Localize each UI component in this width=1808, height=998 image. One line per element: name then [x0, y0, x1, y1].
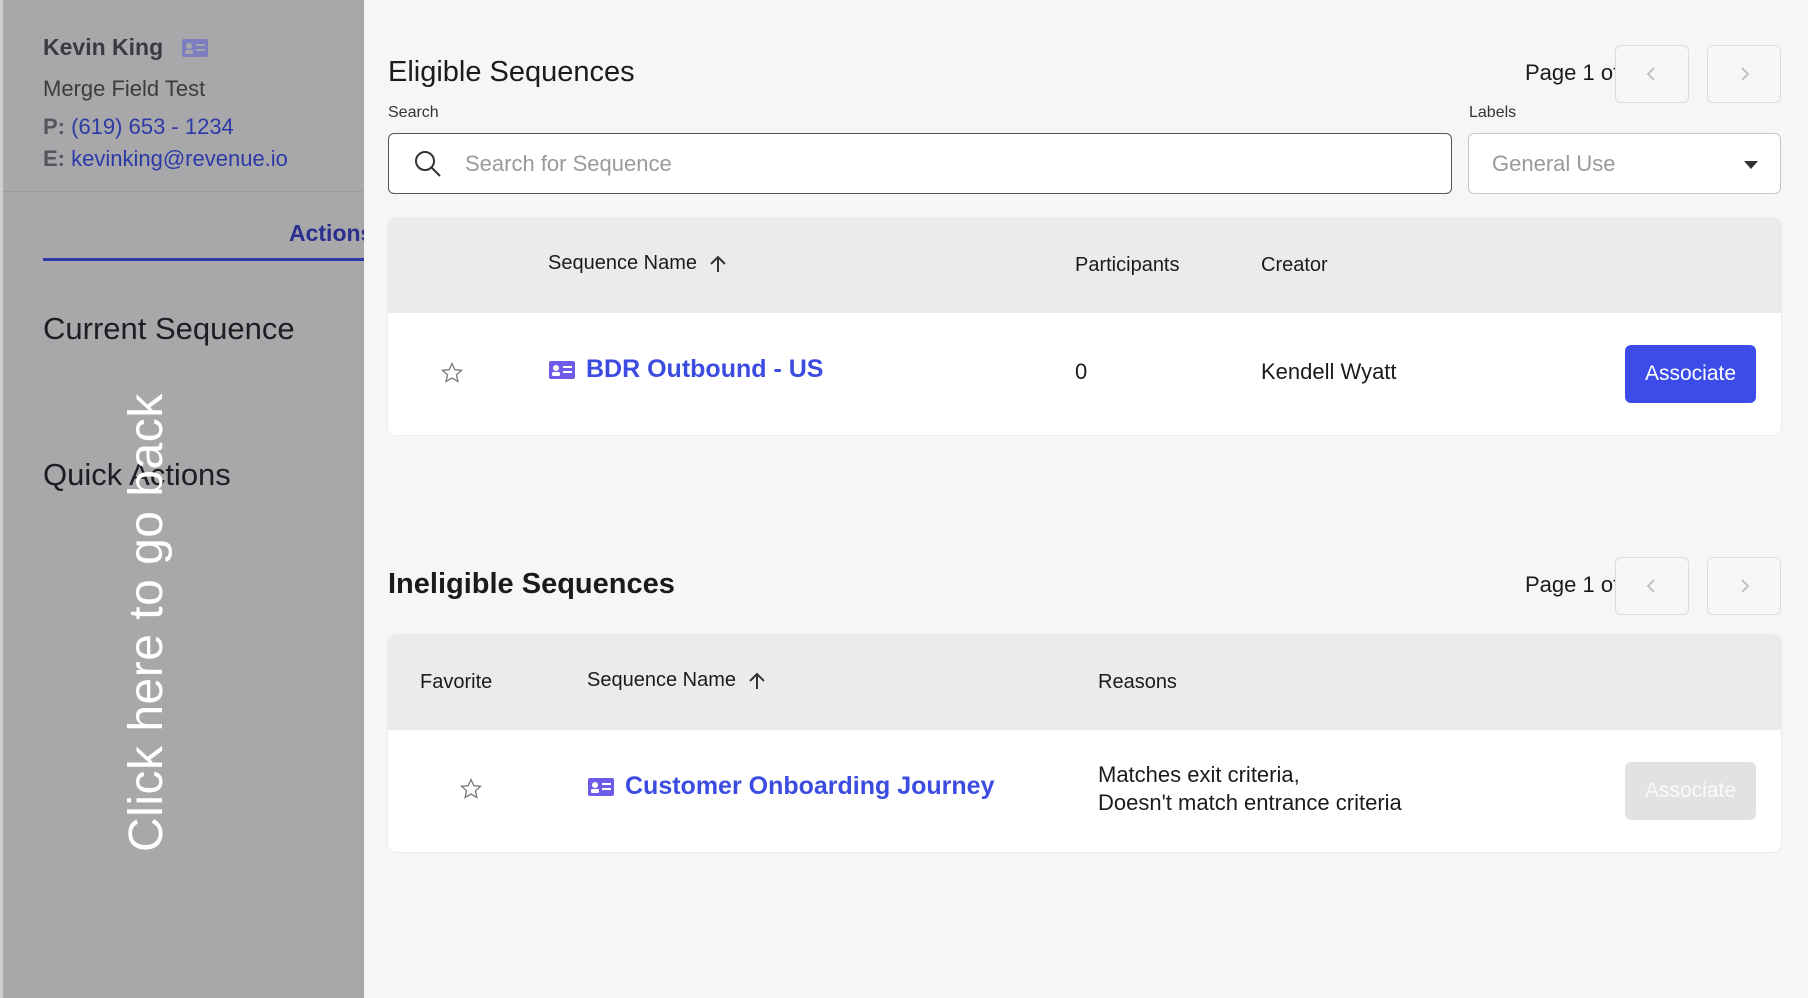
table-row: BDR Outbound - US 0 Kendell Wyatt Associ…: [388, 313, 1781, 435]
contact-name-text: Kevin King: [43, 34, 164, 60]
sequence-link[interactable]: BDR Outbound - US: [548, 355, 823, 384]
ineligible-sequences-title: Ineligible Sequences: [388, 568, 675, 600]
table-row: Customer Onboarding Journey Matches exit…: [388, 730, 1781, 852]
column-label: Sequence Name: [548, 252, 697, 274]
eligible-sequences-table: Sequence Name Participants Creator BDR O…: [388, 218, 1781, 435]
ineligible-sequences-table: Favorite Sequence Name Reasons Customer …: [388, 635, 1781, 852]
chevron-right-icon: [1741, 579, 1750, 593]
phone-label: P:: [43, 114, 65, 139]
reason-entrance: Doesn't match entrance criteria: [1098, 790, 1402, 815]
search-input[interactable]: [465, 150, 1365, 177]
tab-actions[interactable]: Actions: [289, 220, 364, 247]
search-field[interactable]: [388, 133, 1452, 194]
contact-subtitle: Merge Field Test: [43, 76, 206, 101]
search-label: Search: [388, 104, 439, 121]
column-sequence-name[interactable]: Sequence Name: [587, 669, 768, 692]
sequence-card-icon: [549, 360, 575, 379]
column-creator: Creator: [1261, 254, 1328, 276]
column-favorite: Favorite: [420, 671, 493, 693]
reason-exit: Matches exit criteria,: [1098, 762, 1300, 787]
ineligible-reasons: Matches exit criteria, Doesn't match ent…: [1098, 761, 1402, 817]
active-tab-indicator: [43, 258, 364, 261]
eligible-next-page-button[interactable]: [1707, 45, 1781, 103]
column-participants: Participants: [1075, 254, 1180, 276]
table-header: Sequence Name Participants Creator: [388, 218, 1781, 313]
star-icon[interactable]: [440, 361, 464, 385]
associate-button[interactable]: Associate: [1625, 345, 1756, 403]
email-label: E:: [43, 146, 65, 171]
contact-email: E: kevinking@revenue.io: [43, 146, 288, 172]
star-icon[interactable]: [459, 777, 483, 801]
creator-name: Kendell Wyatt: [1261, 359, 1397, 384]
ineligible-prev-page-button[interactable]: [1615, 557, 1689, 615]
sequence-card-icon: [588, 777, 614, 796]
participants-count: 0: [1075, 359, 1088, 384]
chevron-right-icon: [1741, 67, 1750, 81]
sort-arrow-up-icon: [749, 672, 765, 689]
current-sequence-heading: Current Sequence: [43, 311, 295, 346]
labels-dropdown[interactable]: General Use: [1468, 133, 1781, 194]
go-back-label[interactable]: Click here to go back: [119, 393, 174, 852]
column-reasons: Reasons: [1098, 671, 1177, 693]
contact-phone: P: (619) 653 - 1234: [43, 114, 234, 140]
labels-label: Labels: [1469, 104, 1517, 121]
email-link[interactable]: kevinking@revenue.io: [71, 146, 288, 171]
ineligible-next-page-button[interactable]: [1707, 557, 1781, 615]
panel-divider: [3, 191, 364, 192]
associate-button-disabled: Associate: [1625, 762, 1756, 820]
chevron-down-icon: [1744, 161, 1758, 169]
sort-arrow-up-icon: [710, 255, 726, 272]
sequence-name: BDR Outbound - US: [586, 355, 824, 383]
search-icon: [415, 150, 441, 177]
contact-card-icon: [182, 38, 209, 57]
sequence-link[interactable]: Customer Onboarding Journey: [587, 772, 994, 801]
eligible-prev-page-button[interactable]: [1615, 45, 1689, 103]
chevron-left-icon: [1646, 67, 1655, 81]
labels-selected-value: General Use: [1492, 150, 1616, 176]
phone-link[interactable]: (619) 653 - 1234: [71, 114, 234, 139]
column-sequence-name[interactable]: Sequence Name: [548, 252, 729, 275]
column-label: Sequence Name: [587, 669, 736, 691]
go-back-overlay[interactable]: Kevin King Merge Field Test P: (619) 653…: [0, 0, 364, 998]
sequence-name: Customer Onboarding Journey: [625, 772, 995, 800]
sequences-drawer: Eligible Sequences Page 1 of 1 Search La…: [364, 0, 1808, 998]
contact-name: Kevin King: [43, 34, 209, 61]
eligible-sequences-title: Eligible Sequences: [388, 56, 635, 88]
chevron-left-icon: [1646, 579, 1655, 593]
table-header: Favorite Sequence Name Reasons: [388, 635, 1781, 730]
